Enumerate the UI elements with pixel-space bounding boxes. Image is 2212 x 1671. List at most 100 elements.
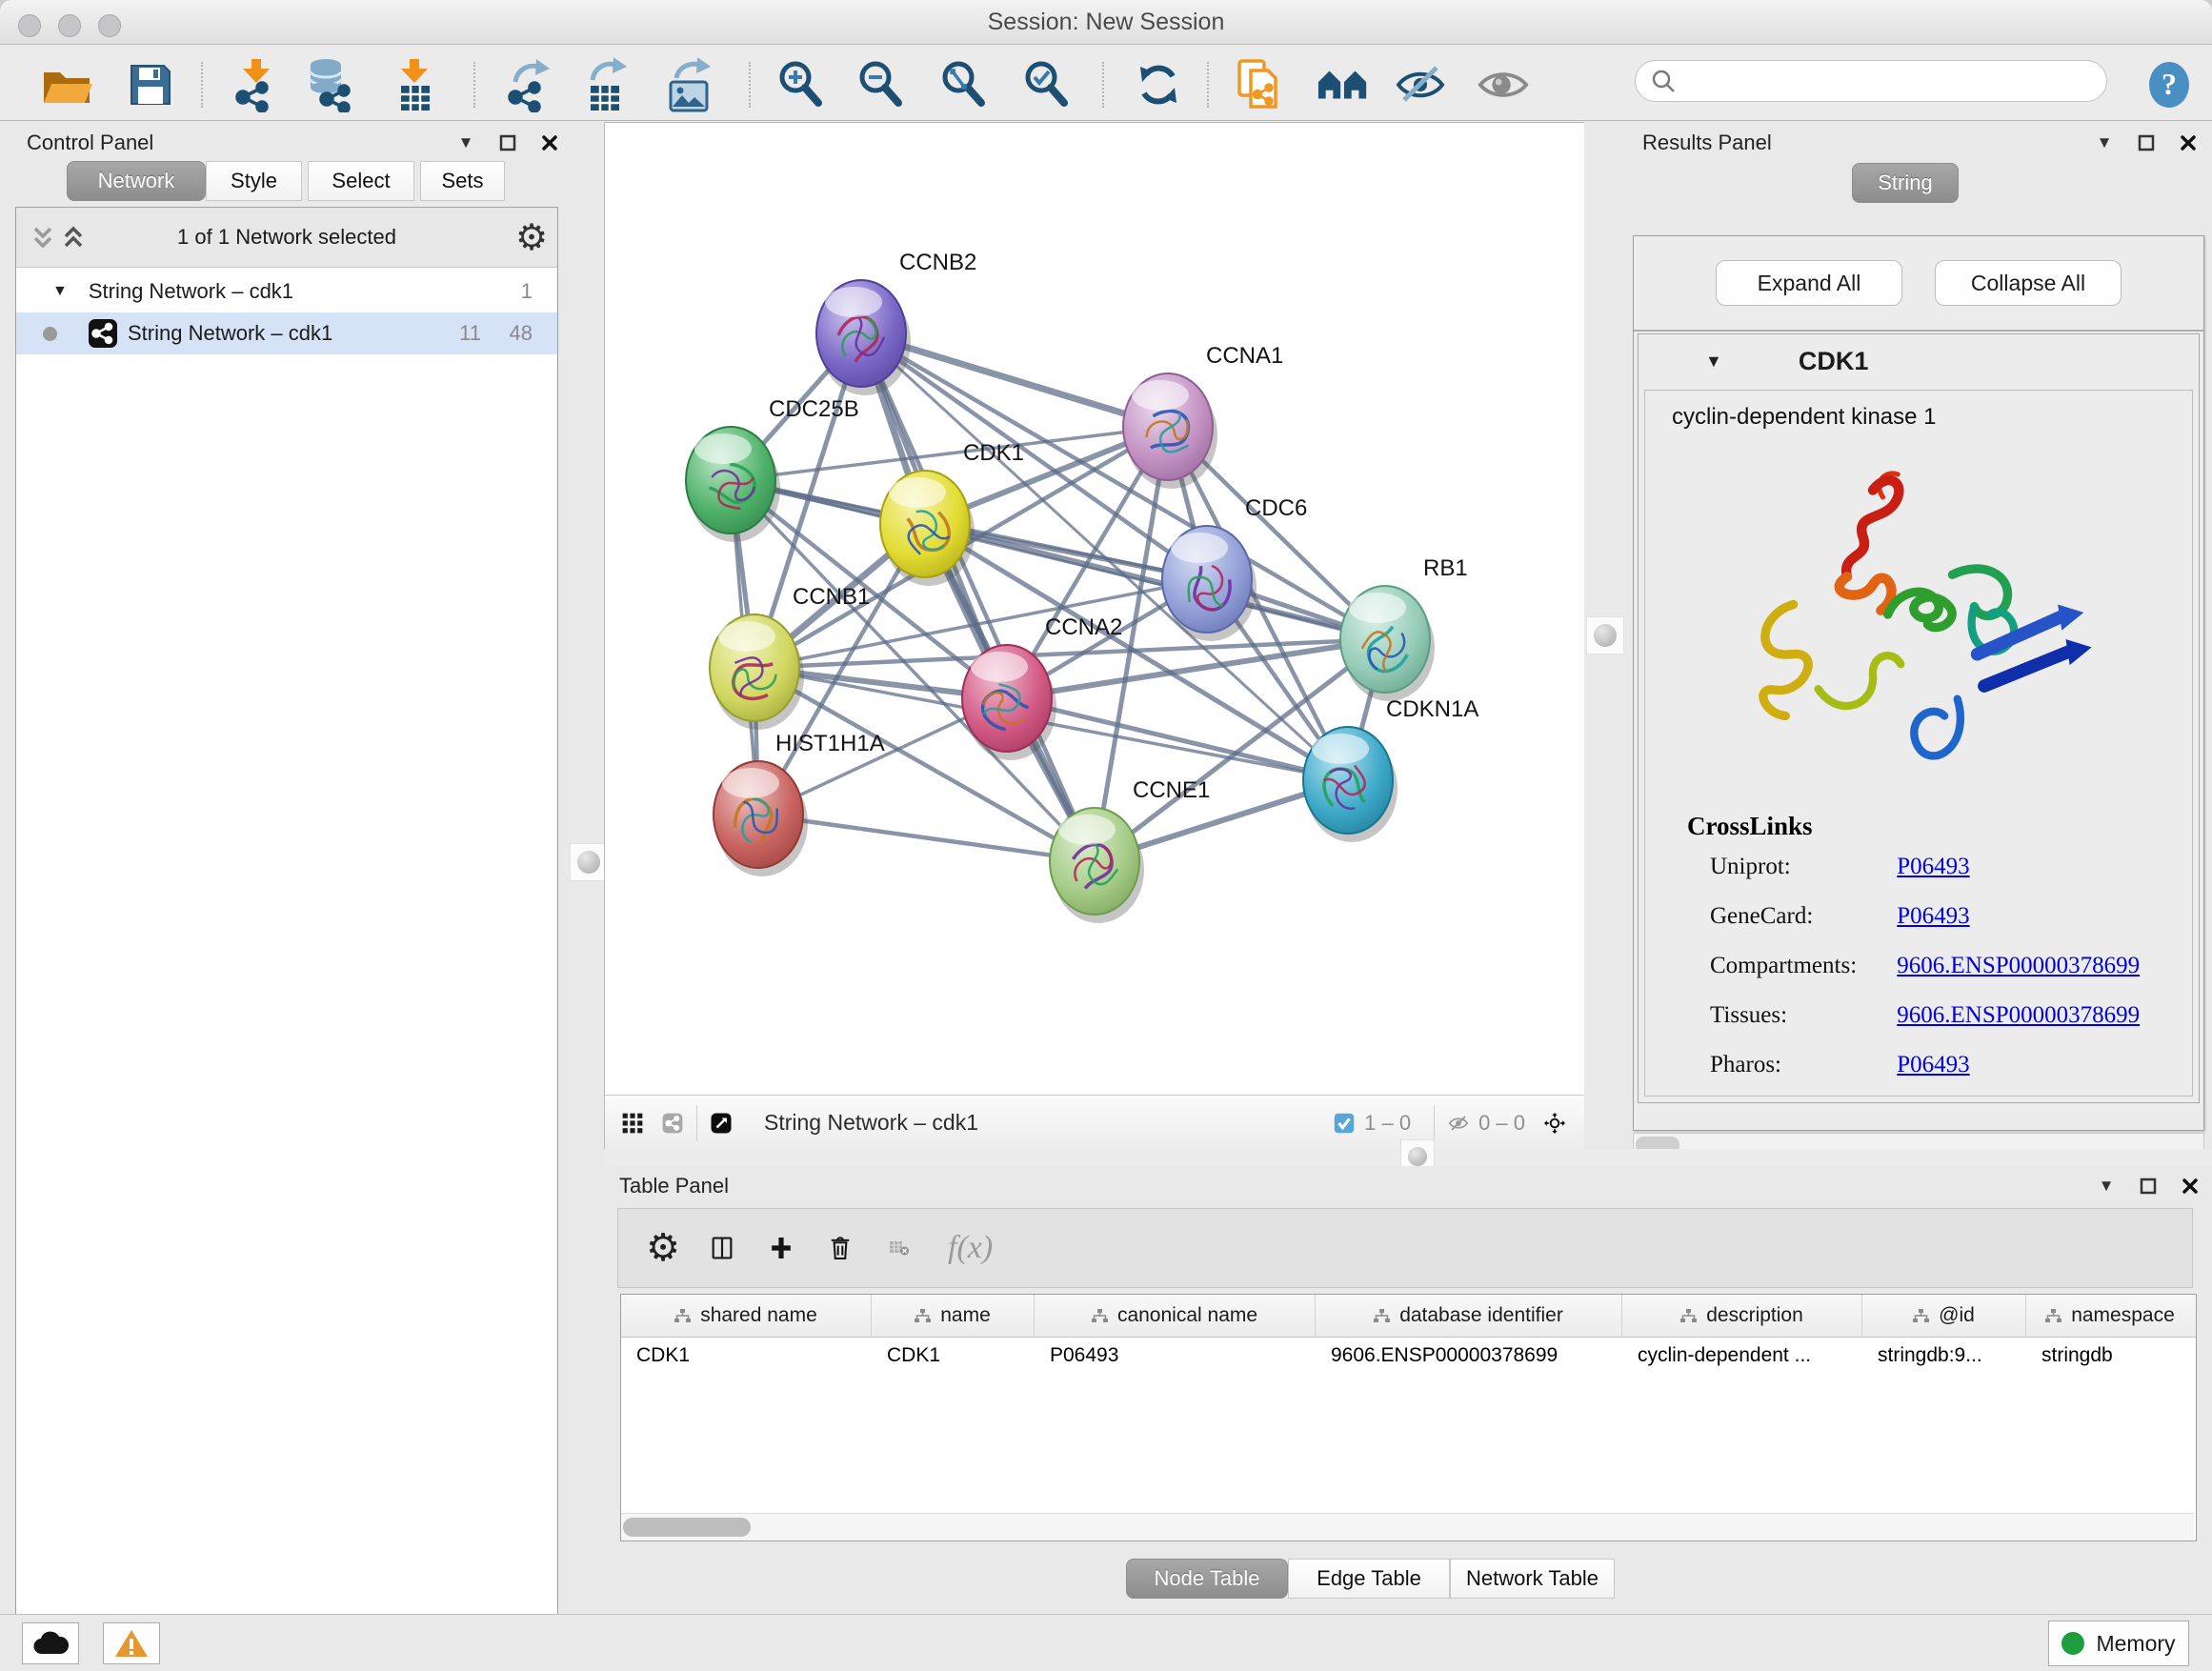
network-node-CCNB1[interactable] [710,614,804,730]
table-options-gear-icon[interactable]: ⚙ [653,1238,674,1258]
function-builder-icon[interactable]: f(x) [948,1230,993,1266]
table-row[interactable]: CDK1 CDK1 P06493 9606.ENSP00000378699 cy… [621,1338,2196,1374]
birdseye-view-icon[interactable] [711,1113,732,1134]
right-splitter-handle[interactable] [1586,616,1624,654]
network-node-CCNA1[interactable] [1123,373,1217,489]
crosslink-link[interactable]: 9606.ENSP00000378699 [1897,953,2140,978]
left-splitter[interactable] [572,121,604,1614]
network-share-icon[interactable] [662,1113,683,1134]
column-header[interactable]: shared name [621,1295,872,1337]
horizontal-splitter[interactable] [604,1149,2212,1166]
cloud-button[interactable] [22,1622,79,1664]
memory-status-dot-icon [2061,1632,2084,1655]
export-network-button[interactable] [503,58,556,111]
clone-network-button[interactable] [1234,58,1287,111]
selected-checkbox-icon[interactable] [1334,1113,1355,1134]
add-column-icon[interactable] [771,1238,792,1258]
left-splitter-handle[interactable] [570,843,608,881]
cell-namespace[interactable]: stringdb [2026,1338,2194,1374]
network-node-HIST1H1A[interactable] [714,761,808,876]
apply-layout-button[interactable] [1132,58,1185,111]
tab-network[interactable]: Network [67,161,206,201]
column-header[interactable]: description [1622,1295,1862,1337]
open-session-button[interactable] [40,58,93,111]
network-edge[interactable] [861,333,1095,861]
fit-content-crosshair-icon[interactable] [1544,1113,1565,1134]
show-all-button[interactable] [1477,58,1530,111]
import-database-button[interactable] [305,58,358,111]
save-session-button[interactable] [124,58,177,111]
cell-canonical-name[interactable]: P06493 [1035,1338,1316,1374]
tab-node-table[interactable]: Node Table [1126,1559,1288,1599]
collapse-all-button[interactable]: Collapse All [1935,260,2122,306]
network-node-CDC25B[interactable] [686,427,780,542]
column-header[interactable]: namespace [2026,1295,2194,1337]
close-panel-icon[interactable] [539,132,560,153]
toolbar-search-field[interactable] [1635,60,2107,102]
crosslink-link[interactable]: P06493 [1897,1052,1969,1077]
crosslink-link[interactable]: P06493 [1897,854,1969,879]
expand-all-button[interactable]: Expand All [1716,260,1902,306]
cell-database-identifier[interactable]: 9606.ENSP00000378699 [1316,1338,1622,1374]
tree-expander-icon[interactable]: ▼ [52,283,68,300]
network-collection-row[interactable]: ▼ String Network – cdk1 1 [16,271,557,312]
column-header[interactable]: name [872,1295,1035,1337]
crosslink-link[interactable]: P06493 [1897,903,1969,929]
cell-shared-name[interactable]: CDK1 [621,1338,872,1374]
memory-button[interactable]: Memory [2048,1621,2189,1666]
float-panel-icon[interactable] [2136,132,2157,153]
import-table-button[interactable] [389,58,442,111]
zoom-in-button[interactable] [774,58,828,111]
network-options-gear-icon[interactable]: ⚙ [521,227,542,248]
help-button[interactable]: ? [2142,58,2196,111]
tab-edge-table[interactable]: Edge Table [1288,1559,1450,1599]
zoom-out-button[interactable] [855,58,908,111]
first-neighbors-button[interactable] [1317,58,1370,111]
network-node-CCNE1[interactable] [1050,808,1144,923]
close-panel-icon[interactable] [2178,132,2199,153]
network-node-CCNA2[interactable] [962,645,1056,760]
network-node-CDKN1A[interactable] [1303,727,1398,842]
warnings-button[interactable] [103,1622,160,1664]
tab-string[interactable]: String [1852,163,1959,203]
network-node-CCNB2[interactable] [816,280,911,395]
column-header[interactable]: canonical name [1035,1295,1316,1337]
tab-sets[interactable]: Sets [420,161,505,201]
float-panel-icon[interactable] [2138,1176,2159,1197]
hidden-eye-icon[interactable] [1448,1113,1469,1134]
network-row[interactable]: String Network – cdk1 11 48 [16,312,557,354]
network-node-RB1[interactable] [1340,586,1435,701]
column-header[interactable]: @id [1862,1295,2026,1337]
import-network-button[interactable] [231,58,284,111]
cell-name[interactable]: CDK1 [872,1338,1035,1374]
panel-menu-icon[interactable]: ▼ [455,132,476,153]
network-edge[interactable] [758,815,1095,861]
close-panel-icon[interactable] [2180,1176,2201,1197]
crosslink-link[interactable]: 9606.ENSP00000378699 [1897,1002,2140,1028]
delete-table-icon[interactable] [889,1238,910,1258]
panel-menu-icon[interactable]: ▼ [2096,1176,2117,1197]
grid-view-icon[interactable] [622,1113,643,1134]
cell-id[interactable]: stringdb:9... [1862,1338,2026,1374]
hide-selected-button[interactable] [1395,58,1448,111]
float-panel-icon[interactable] [497,132,518,153]
tab-select[interactable]: Select [308,161,414,201]
zoom-selected-button[interactable] [1020,58,1074,111]
table-horizontal-scrollbar[interactable] [621,1513,2194,1540]
network-node-CDK1[interactable] [880,471,975,586]
search-input[interactable] [1676,68,2080,94]
show-columns-icon[interactable] [712,1238,733,1258]
column-header[interactable]: database identifier [1316,1295,1622,1337]
network-canvas[interactable]: CCNB2CCNA1CDC25BCDK1CDC6RB1CCNB1CCNA2CDK… [605,123,1584,1095]
export-table-button[interactable] [578,58,632,111]
zoom-fit-button[interactable] [937,58,991,111]
cell-description[interactable]: cyclin-dependent ... [1622,1338,1862,1374]
panel-menu-icon[interactable]: ▼ [2094,132,2115,153]
title-bar: Session: New Session [0,0,2212,45]
tab-network-table[interactable]: Network Table [1450,1559,1615,1599]
section-expander-icon[interactable]: ▼ [1705,352,1722,372]
gene-section-header[interactable]: ▼ CDK1 [1639,334,2199,388]
delete-column-trash-icon[interactable] [830,1238,851,1258]
tab-style[interactable]: Style [206,161,302,201]
export-image-button[interactable] [663,58,716,111]
